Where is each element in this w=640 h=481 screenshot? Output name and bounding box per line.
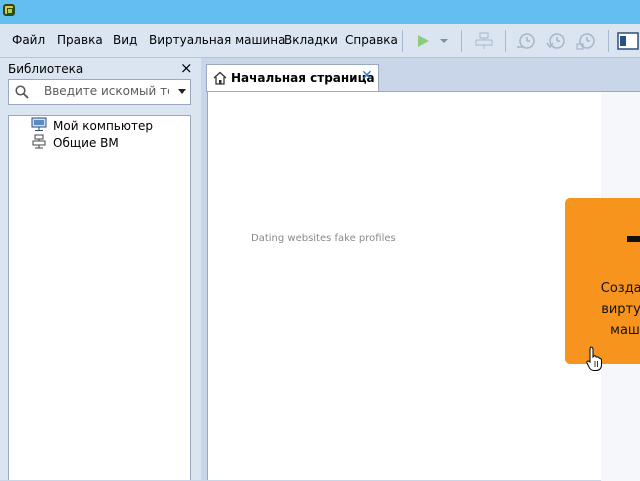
tab-home[interactable]: Начальная страница ✕ bbox=[206, 64, 379, 92]
hand-cursor-icon bbox=[586, 346, 602, 375]
create-vm-label: Создат виртуа маш bbox=[565, 278, 640, 341]
tree-item-label: Мой компьютер bbox=[53, 118, 153, 133]
menu-file[interactable]: Файл bbox=[12, 33, 45, 47]
create-vm-label-line: маш bbox=[610, 323, 640, 338]
library-close-button[interactable]: × bbox=[180, 59, 193, 77]
toolbar-separator bbox=[402, 30, 403, 52]
toolbar-separator bbox=[461, 30, 462, 52]
toolbar-separator bbox=[608, 30, 609, 52]
play-dropdown-icon[interactable] bbox=[437, 30, 451, 52]
tab-strip: Начальная страница ✕ bbox=[201, 58, 640, 92]
search-icon bbox=[15, 85, 29, 102]
home-icon bbox=[213, 71, 227, 88]
library-search-box[interactable]: Введите искомый те... bbox=[8, 79, 191, 105]
tab-label: Начальная страница bbox=[231, 71, 375, 85]
search-input[interactable]: Введите искомый те... bbox=[44, 84, 169, 98]
shared-vms-icon bbox=[31, 134, 47, 152]
library-tree: Мой компьютер Общие ВМ bbox=[8, 115, 191, 480]
menu-view[interactable]: Вид bbox=[113, 33, 137, 47]
menu-tabs[interactable]: Вкладки bbox=[284, 33, 338, 47]
app-logo-icon[interactable] bbox=[3, 4, 15, 16]
create-vm-label-line: Создат bbox=[600, 281, 640, 296]
library-title: Библиотека bbox=[8, 62, 84, 76]
menu-vm[interactable]: Виртуальная машина bbox=[149, 33, 285, 47]
menu-edit[interactable]: Правка bbox=[57, 33, 103, 47]
tree-item-my-computer[interactable]: Мой компьютер bbox=[31, 117, 153, 134]
computer-icon bbox=[31, 117, 47, 135]
plus-icon bbox=[627, 236, 640, 242]
menu-bar: Файл Правка Вид Виртуальная машина Вклад… bbox=[0, 24, 640, 58]
create-vm-button[interactable]: Создат виртуа маш bbox=[565, 198, 640, 364]
tab-close-button[interactable]: ✕ bbox=[361, 68, 373, 84]
search-dropdown-icon[interactable] bbox=[178, 89, 186, 94]
library-panel: Библиотека × Введите искомый те... Мой к… bbox=[0, 58, 197, 480]
create-vm-label-line: виртуа bbox=[601, 302, 640, 317]
snapshot-take-icon[interactable] bbox=[515, 30, 537, 52]
panel-splitter[interactable] bbox=[197, 58, 201, 480]
watermark-text: Dating websites fake profiles bbox=[251, 233, 396, 244]
tree-item-shared-vms[interactable]: Общие ВМ bbox=[31, 134, 119, 151]
vm-network-icon[interactable] bbox=[474, 30, 494, 52]
menu-help[interactable]: Справка bbox=[345, 33, 398, 47]
snapshot-revert-icon[interactable] bbox=[545, 30, 567, 52]
snapshot-manager-icon[interactable] bbox=[575, 30, 597, 52]
toolbar-separator bbox=[505, 30, 506, 52]
title-bar bbox=[0, 0, 640, 24]
play-icon[interactable] bbox=[414, 30, 432, 52]
view-console-icon[interactable] bbox=[617, 30, 639, 52]
home-page-content: Dating websites fake profiles Создат вир… bbox=[207, 91, 640, 481]
tree-item-label: Общие ВМ bbox=[53, 135, 119, 150]
